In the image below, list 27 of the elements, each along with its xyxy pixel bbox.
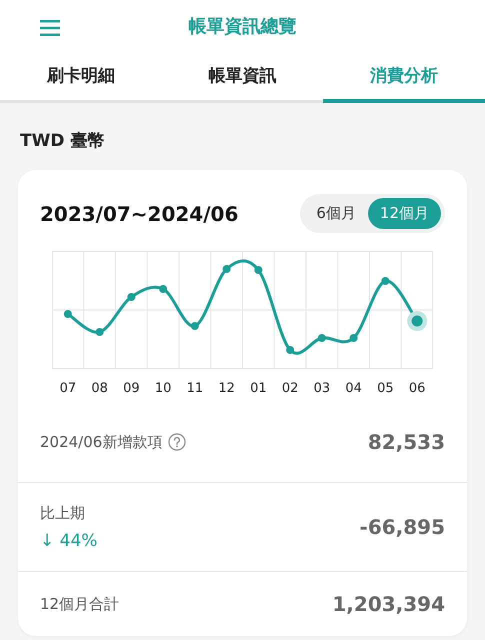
axis-label: 05 xyxy=(376,381,395,396)
date-range: 2023/07~2024/06 xyxy=(40,202,238,226)
axis-label: 03 xyxy=(312,381,332,396)
axis-label: 07 xyxy=(58,381,78,396)
axis-label: 02 xyxy=(280,381,300,396)
change-percent: ↓ 44% xyxy=(40,530,98,550)
tab[interactable]: 帳單資訊 xyxy=(162,52,324,103)
help-icon[interactable] xyxy=(168,433,186,451)
axis-label: 10 xyxy=(154,381,172,396)
axis-label: 08 xyxy=(90,381,109,396)
row-label: 比上期 xyxy=(40,504,85,522)
currency-label: TWD 臺幣 xyxy=(20,130,106,152)
amount: 1,203,394 xyxy=(332,592,445,616)
axis-label: 12 xyxy=(217,381,236,396)
row-label: 2024/06新增款項 xyxy=(40,432,162,452)
axis-label: 09 xyxy=(122,381,141,396)
range-option[interactable]: 6個月 xyxy=(304,198,368,229)
amount: -66,895 xyxy=(360,515,445,539)
axis-label: 04 xyxy=(344,381,363,396)
page-title: 帳單資訊總覽 xyxy=(188,15,296,38)
menu-icon[interactable] xyxy=(40,20,60,36)
axis-label: 11 xyxy=(186,381,204,396)
amount: 82,533 xyxy=(368,430,445,454)
row-label: 12個月合計 xyxy=(40,594,120,614)
axis-label: 01 xyxy=(249,381,268,396)
axis-label: 06 xyxy=(408,381,426,396)
tab[interactable]: 刷卡明細 xyxy=(0,52,162,103)
